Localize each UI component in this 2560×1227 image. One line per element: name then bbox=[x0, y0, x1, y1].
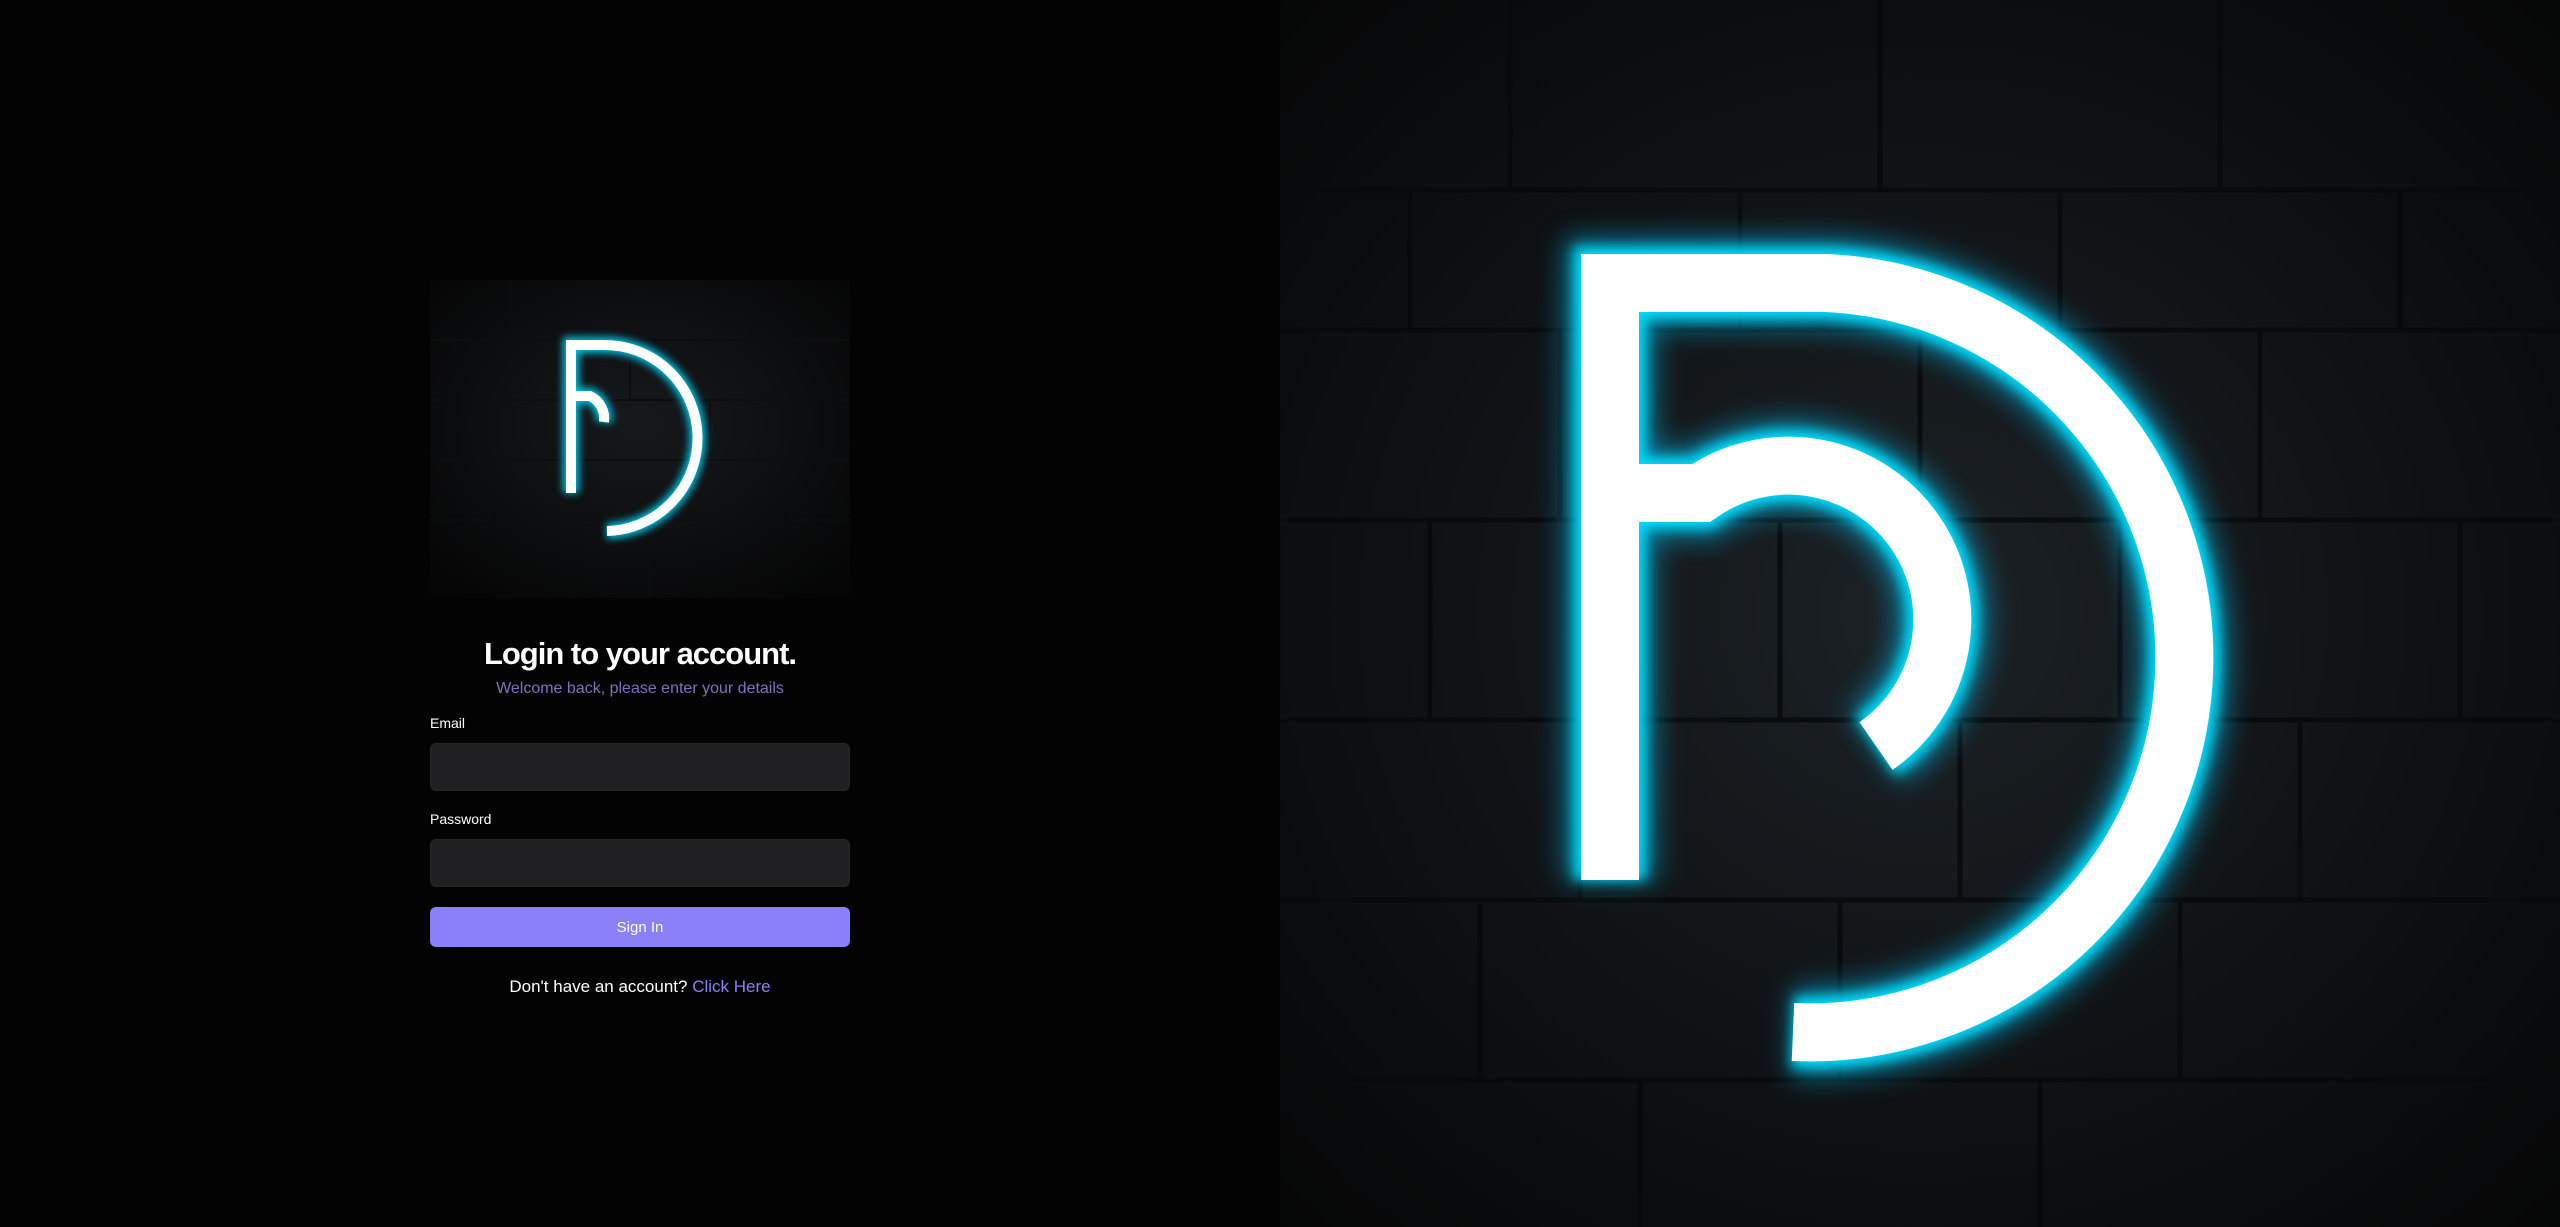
login-page: Login to your account. Welcome back, ple… bbox=[0, 0, 2560, 1227]
email-label: Email bbox=[430, 715, 466, 731]
password-label: Password bbox=[430, 811, 492, 827]
page-title: Login to your account. bbox=[483, 636, 797, 671]
neon-d-logo-icon bbox=[430, 280, 850, 598]
page-subtitle: Welcome back, please enter your details bbox=[496, 680, 784, 697]
hero-image bbox=[1280, 0, 2560, 1227]
signup-link[interactable]: Click Here bbox=[692, 977, 770, 996]
neon-d-hero-icon bbox=[1280, 0, 2560, 1227]
login-pane: Login to your account. Welcome back, ple… bbox=[0, 0, 1280, 1227]
logo-card bbox=[430, 280, 850, 598]
login-form: Login to your account. Welcome back, ple… bbox=[430, 280, 850, 998]
signup-prompt: Don't have an account? bbox=[509, 977, 688, 996]
signup-row: Don't have an account? Click Here bbox=[430, 976, 850, 998]
password-field[interactable] bbox=[430, 839, 850, 887]
sign-in-button[interactable]: Sign In bbox=[430, 907, 850, 947]
email-field[interactable] bbox=[430, 743, 850, 791]
